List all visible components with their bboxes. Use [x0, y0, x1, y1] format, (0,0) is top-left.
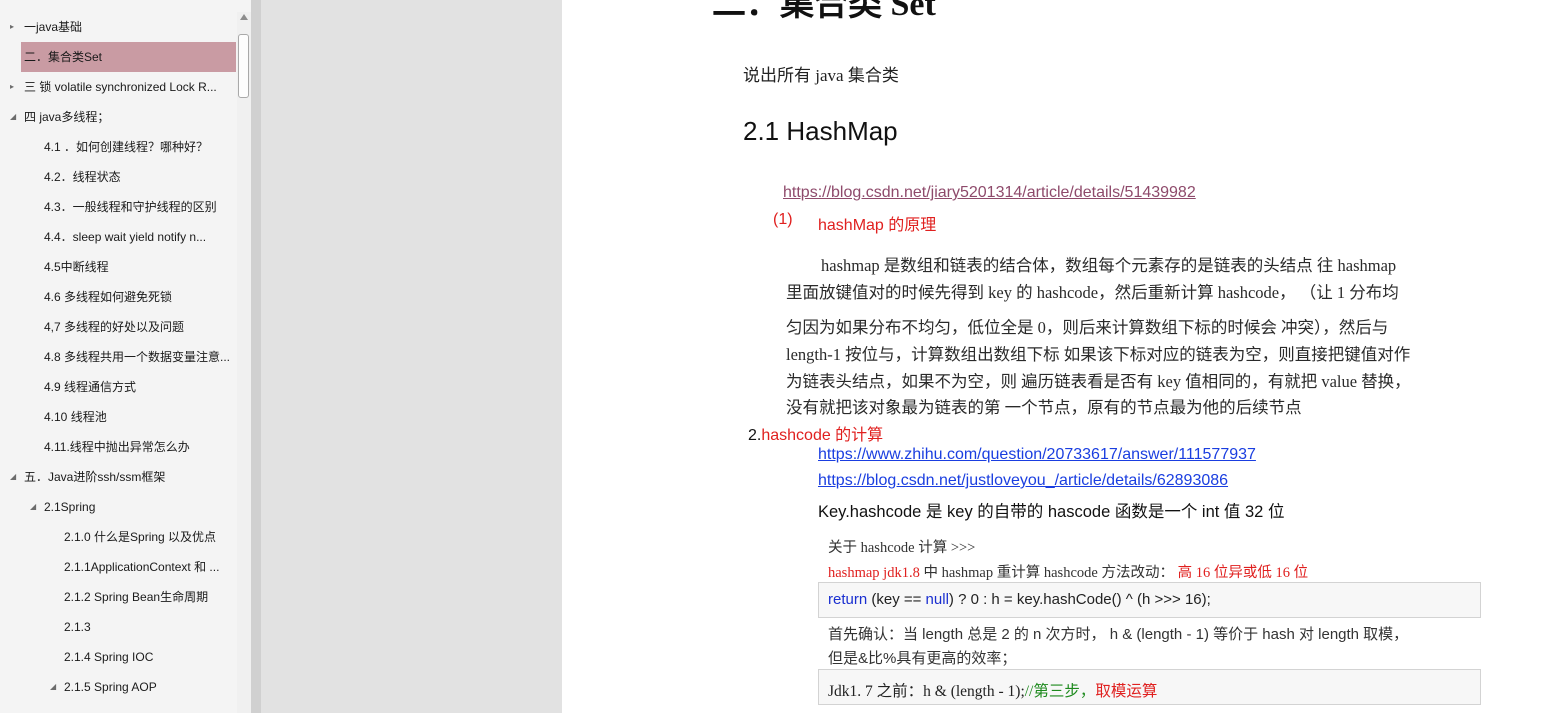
nav-item[interactable]: 4,7 多线程的好处以及问题: [0, 312, 237, 342]
scroll-up-arrow-icon[interactable]: [240, 14, 248, 20]
nav-item[interactable]: ◢ 四 java多线程；: [0, 102, 237, 132]
navigation-pane: ▸ 一java基础 ▸二．集合类Set▸ 三 锁 volatile synchroni…: [0, 0, 251, 713]
confirm-line-1: 首先确认：当 length 总是 2 的 n 次方时， h & (length …: [828, 626, 1409, 643]
link-zhihu[interactable]: https://www.zhihu.com/question/20733617/…: [818, 446, 1256, 464]
nav-item[interactable]: ▸二．集合类Set: [21, 42, 236, 72]
paragraph-line: 里面放键值对的时候先得到 key 的 hashcode，然后重新计算 hashc…: [786, 283, 1399, 302]
expanded-triangle-icon[interactable]: ◢: [10, 462, 16, 492]
point-2-heading: 2.hashcode 的计算: [748, 421, 883, 445]
nav-item[interactable]: 4.5中断线程: [0, 252, 237, 282]
nav-item-label: 4.9 线程通信方式: [44, 380, 137, 394]
nav-item[interactable]: ◢ 2.1Spring: [0, 492, 237, 522]
expanded-triangle-icon[interactable]: ◢: [10, 102, 16, 132]
scroll-thumb[interactable]: [238, 34, 249, 98]
nav-item[interactable]: 4.9 线程通信方式: [0, 372, 237, 402]
confirm-line-2: 但是&比%具有更高的效率；: [828, 650, 1017, 667]
nav-item[interactable]: 4.1 ．如何创建线程？哪种好？: [0, 132, 237, 162]
nav-item-label: 二．集合类Set: [24, 50, 103, 64]
nav-item-label: 4.1 ．如何创建线程？哪种好？: [44, 140, 209, 154]
nav-item-label: 2.1.4 Spring IOC: [64, 650, 154, 664]
nav-item-label: 2.1.0 什么是Spring 以及优点: [64, 530, 217, 544]
nav-item-label: 三 锁 volatile synchronized Lock R...: [24, 80, 217, 94]
pane-splitter[interactable]: [251, 0, 261, 713]
code-highlight: 取模运算: [1095, 683, 1158, 700]
code-keyword: return: [828, 591, 868, 608]
nav-item-label: 2.1.5 Spring AOP: [64, 680, 157, 694]
nav-item-label: 五．Java进阶ssh/ssm框架: [24, 470, 166, 484]
nav-item-label: 4,7 多线程的好处以及问题: [44, 320, 185, 334]
nav-item-label: 2.1Spring: [44, 500, 96, 514]
nav-item[interactable]: 2.1.2 Spring Bean生命周期: [0, 582, 237, 612]
code-keyword: null: [925, 591, 949, 608]
nav-item[interactable]: 4.11.线程中抛出异常怎么办: [0, 432, 237, 462]
nav-item-label: 4.8 多线程共用一个数据变量注意...: [44, 350, 231, 364]
nav-item[interactable]: ▸ 一java基础: [0, 12, 237, 42]
nav-item-label: 4.10 线程池: [44, 410, 107, 424]
nav-item[interactable]: 2.1.1ApplicationContext 和 ...: [0, 552, 237, 582]
paragraph-line: 没有就把该对象最为链表的第 一个节点，原有的节点最为他的后续节点: [786, 398, 1302, 417]
nav-item-label: 2.1.1ApplicationContext 和 ...: [64, 560, 220, 574]
paragraph-line: 匀因为如果分布不均匀，低位全是 0，则后来计算数组下标的时候会 冲突），然后与: [786, 318, 1389, 337]
nav-item[interactable]: 4.2．线程状态: [0, 162, 237, 192]
nav-item[interactable]: 2.1.0 什么是Spring 以及优点: [0, 522, 237, 552]
nav-item-label: 一java基础: [24, 20, 83, 34]
nav-scrollbar[interactable]: [237, 12, 251, 713]
paragraph-line: hashmap 是数组和链表的结合体，数组每个元素存的是链表的头结点 往 has…: [821, 256, 1397, 275]
nav-item[interactable]: 2.1.3: [0, 612, 237, 642]
code-line-2: Jdk1. 7 之前：h & (length - 1);//第三步，取模运算: [828, 679, 1157, 701]
code-text: Jdk1. 7 之前：h & (length - 1);: [828, 683, 1025, 700]
point-number: (1): [773, 211, 793, 228]
intro-text: 说出所有 java 集合类: [743, 66, 899, 85]
code-comment: //第三步，: [1024, 683, 1096, 700]
nav-item[interactable]: 2.1.4 Spring IOC: [0, 642, 237, 672]
nav-item[interactable]: 4.8 多线程共用一个数据变量注意...: [0, 342, 237, 372]
nav-item[interactable]: 4.10 线程池: [0, 402, 237, 432]
section-heading: 二．集合类 Set: [712, 0, 936, 23]
nav-item-label: 2.1.2 Spring Bean生命周期: [64, 590, 209, 604]
nav-item-label: 4.6 多线程如何避免死锁: [44, 290, 173, 304]
outline-tree: ▸ 一java基础 ▸二．集合类Set▸ 三 锁 volatile synchroni…: [0, 12, 237, 702]
document-page: 二．集合类 Set 说出所有 java 集合类 2.1 HashMap http…: [562, 0, 1559, 713]
nav-item[interactable]: 4.4．sleep wait yield notify n...: [0, 222, 237, 252]
point-2-number: 2.: [748, 427, 762, 444]
link-csdn-hashcode[interactable]: https://blog.csdn.net/justloveyou_/artic…: [818, 472, 1228, 490]
nav-item-label: 四 java多线程；: [24, 110, 110, 124]
jdk18-label: hashmap jdk1.8: [828, 565, 920, 581]
nav-item-label: 4.11.线程中抛出异常怎么办: [44, 440, 190, 454]
expanded-triangle-icon[interactable]: ◢: [50, 672, 56, 702]
jdk18-text: 中 hashmap 重计算 hashcode 方法改动：: [919, 565, 1174, 581]
key-hashcode-line: Key.hashcode 是 key 的自带的 hascode 函数是一个 in…: [818, 503, 1285, 521]
jdk18-highlight: 高 16 位异或低 16 位: [1173, 565, 1309, 581]
about-hashcode: 关于 hashcode 计算 >>>: [828, 540, 976, 556]
nav-item[interactable]: ▸ 三 锁 volatile synchronized Lock R...: [0, 72, 237, 102]
code-text: ) ? 0 : h = key.hashCode() ^ (h >>> 16);: [948, 591, 1211, 608]
subsection-heading: 2.1 HashMap: [743, 116, 898, 146]
collapsed-triangle-icon[interactable]: ▸: [10, 12, 14, 42]
paragraph-line: 为链表头结点，如果不为空，则 遍历链表看是否有 key 值相同的，有就把 val…: [786, 372, 1411, 391]
code-line-1: return (key == null) ? 0 : h = key.hashC…: [828, 591, 1211, 608]
nav-item[interactable]: ◢ 2.1.5 Spring AOP: [0, 672, 237, 702]
nav-item-label: 2.1.3: [64, 620, 91, 634]
point-2-title: hashcode 的计算: [761, 427, 884, 444]
nav-item-label: 4.5中断线程: [44, 260, 109, 274]
nav-item[interactable]: ◢ 五．Java进阶ssh/ssm框架: [0, 462, 237, 492]
collapsed-triangle-icon[interactable]: ▸: [10, 72, 14, 102]
link-csdn-hashmap[interactable]: https://blog.csdn.net/jiary5201314/artic…: [783, 184, 1196, 202]
nav-item-label: 4.4．sleep wait yield notify n...: [44, 230, 207, 244]
jdk18-note: hashmap jdk1.8 中 hashmap 重计算 hashcode 方法…: [828, 561, 1308, 582]
point-title: hashMap 的原理: [818, 217, 937, 234]
nav-item-label: 4.2．线程状态: [44, 170, 121, 184]
paragraph-line: length-1 按位与，计算数组出数组下标 如果该下标对应的链表为空，则直接把…: [786, 345, 1411, 364]
code-text: (key ==: [867, 591, 926, 608]
nav-item-label: 4.3．一般线程和守护线程的区别: [44, 200, 217, 214]
nav-item[interactable]: 4.6 多线程如何避免死锁: [0, 282, 237, 312]
expanded-triangle-icon[interactable]: ◢: [30, 492, 36, 522]
nav-item[interactable]: 4.3．一般线程和守护线程的区别: [0, 192, 237, 222]
